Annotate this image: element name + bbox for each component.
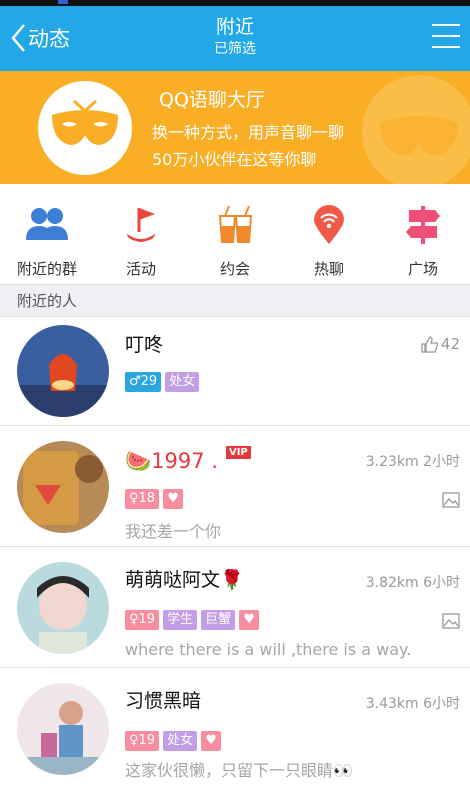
avatar — [17, 562, 109, 654]
zodiac-badge: 处女 — [165, 372, 200, 392]
list-item[interactable]: 叮咚 42 ♂29 处女 — [0, 317, 470, 426]
activities-button[interactable]: 活动 — [94, 184, 188, 284]
signature: where there is a will ,there is a way. — [125, 640, 412, 659]
signature: 我还差一个你 — [125, 522, 222, 541]
distance-time: 3.82km 6小时 — [365, 575, 460, 591]
person-name: 🍉1997 . VIP — [125, 446, 251, 474]
group-icon — [26, 208, 68, 240]
back-label: 动态 — [28, 27, 70, 51]
icon-label: 热聊 — [313, 260, 344, 278]
title-block: 附近 已筛选 — [0, 14, 470, 58]
menu-icon-bar — [432, 35, 460, 37]
avatar — [17, 683, 109, 775]
menu-button[interactable] — [432, 24, 460, 50]
signature: 这家伙很懒，只留下一只眼睛👀 — [125, 761, 353, 780]
section-header: 附近的人 — [0, 285, 470, 317]
heart-badge: ♥ — [163, 489, 184, 509]
page-subtitle: 已筛选 — [214, 41, 256, 57]
gender-age-badge: ♀18 — [125, 489, 160, 509]
tag-row: ♀19 处女 ♥ — [125, 731, 222, 751]
signpost-icon — [406, 206, 440, 244]
avatar — [17, 325, 109, 417]
square-button[interactable]: 广场 — [376, 184, 470, 284]
occupation-badge: 学生 — [163, 610, 198, 630]
list-item[interactable]: 习惯黑暗 3.43km 6小时 ♀19 处女 ♥ 这家伙很懒，只留下一只眼睛👀 — [0, 668, 470, 789]
vip-badge: VIP — [225, 446, 251, 459]
voice-chat-banner[interactable]: QQ语聊大厅 换一种方式，用声音聊一聊 50万小伙伴在这等你聊 — [0, 71, 470, 184]
person-name-text: 🍉1997 . — [125, 449, 218, 473]
hot-chat-button[interactable]: 热聊 — [282, 184, 376, 284]
icon-label: 附近的群 — [16, 260, 77, 278]
person-name: 叮咚 — [125, 334, 164, 356]
menu-icon-bar — [432, 46, 460, 48]
back-button[interactable]: 动态 — [10, 20, 70, 56]
heart-badge: ♥ — [201, 731, 222, 751]
banner-line-1: 换一种方式，用声音聊一聊 — [152, 123, 345, 142]
mask-logo-icon — [38, 81, 132, 175]
gender-age-badge: ♀19 — [125, 610, 160, 630]
icon-label: 广场 — [407, 260, 438, 278]
person-name: 萌萌哒阿文🌹 — [125, 569, 244, 591]
icon-label: 活动 — [125, 260, 156, 278]
zodiac-badge: 巨蟹 — [201, 610, 236, 630]
page-title: 附近 — [215, 16, 254, 38]
flag-icon — [127, 208, 155, 242]
title-bar: 动态 附近 已筛选 — [0, 6, 470, 71]
person-name: 习惯黑暗 — [125, 690, 202, 712]
menu-icon-bar — [432, 24, 460, 26]
status-indicator — [58, 0, 68, 4]
banner-title: QQ语聊大厅 — [159, 89, 265, 111]
zodiac-badge: 处女 — [163, 731, 198, 751]
gender-age-badge: ♀19 — [125, 731, 160, 751]
like-count-value: 42 — [440, 335, 460, 353]
distance-time: 3.43km 6小时 — [365, 696, 460, 712]
chevron-left-icon — [11, 24, 25, 52]
feature-row: 附近的群 活动 约会 热聊 广场 — [0, 184, 470, 285]
heart-badge: ♥ — [239, 610, 260, 630]
mask-watermark-icon — [362, 75, 470, 184]
list-item[interactable]: 🍉1997 . VIP 3.23km 2小时 ♀18 ♥ 我还差一个你 — [0, 426, 470, 547]
banner-text: QQ语聊大厅 换一种方式，用声音聊一聊 50万小伙伴在这等你聊 — [152, 87, 344, 173]
like-count[interactable]: 42 — [421, 335, 460, 353]
tag-row: ♀18 ♥ — [125, 489, 184, 509]
drinks-icon — [218, 205, 253, 243]
people-list: 叮咚 42 ♂29 处女 🍉1997 . VIP 3.23km 2小时 ♀18 ♥ — [0, 317, 470, 789]
tag-row: ♂29 处女 — [125, 372, 200, 392]
gender-age-badge: ♂29 — [125, 372, 162, 392]
photo-icon — [442, 492, 460, 508]
avatar — [17, 441, 109, 533]
icon-label: 约会 — [219, 260, 250, 278]
list-item[interactable]: 萌萌哒阿文🌹 3.82km 6小时 ♀19 学生 巨蟹 ♥ where ther… — [0, 547, 470, 668]
photo-icon — [442, 613, 460, 629]
signal-pin-icon — [314, 205, 344, 244]
thumbs-up-icon — [421, 335, 439, 353]
tag-row: ♀19 学生 巨蟹 ♥ — [125, 610, 260, 630]
distance-time: 3.23km 2小时 — [365, 454, 460, 470]
nearby-groups-button[interactable]: 附近的群 — [0, 184, 94, 284]
banner-line-2: 50万小伙伴在这等你聊 — [152, 150, 317, 169]
dating-button[interactable]: 约会 — [188, 184, 282, 284]
